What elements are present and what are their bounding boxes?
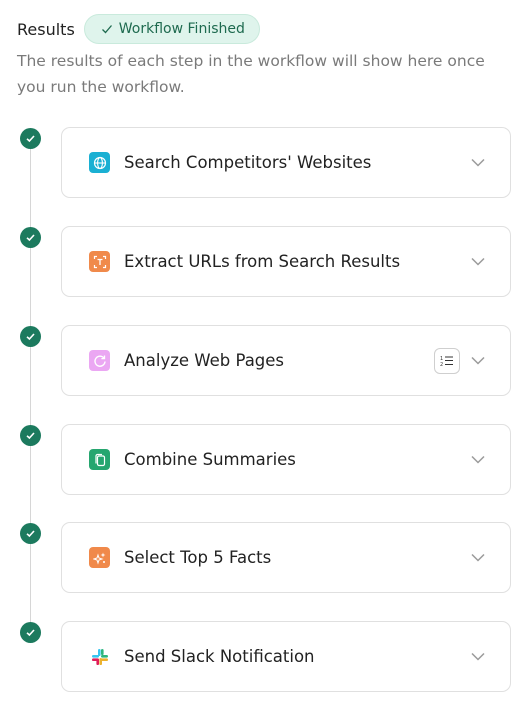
step-card-send-slack[interactable]: Send Slack Notification: [61, 621, 511, 692]
step-label: Combine Summaries: [124, 450, 296, 469]
step-card-analyze-web-pages[interactable]: Analyze Web Pages 12: [61, 325, 511, 396]
chevron-down-icon[interactable]: [470, 254, 486, 270]
step-label: Send Slack Notification: [124, 647, 315, 666]
copy-icon: [89, 449, 110, 470]
results-description: The results of each step in the workflow…: [17, 52, 485, 96]
step-label: Analyze Web Pages: [124, 351, 285, 370]
check-icon: [101, 25, 112, 34]
step-complete-icon: [20, 227, 41, 248]
ordered-list-icon: 12: [440, 356, 453, 367]
chevron-down-icon[interactable]: [470, 353, 486, 369]
text-extract-icon: [89, 251, 110, 272]
step-item: Send Slack Notification: [0, 621, 527, 693]
chevron-down-icon[interactable]: [470, 550, 486, 566]
badge-label: Workflow Finished: [118, 21, 245, 37]
step-label: Extract URLs from Search Results: [124, 252, 401, 271]
step-label: Search Competitors' Websites: [124, 153, 372, 172]
chevron-down-icon[interactable]: [470, 649, 486, 665]
chevron-down-icon[interactable]: [470, 452, 486, 468]
ordered-list-button[interactable]: 12: [434, 347, 460, 374]
globe-icon: [89, 152, 110, 173]
step-card-search-competitors[interactable]: Search Competitors' Websites: [61, 127, 511, 198]
step-label: Select Top 5 Facts: [124, 548, 272, 567]
chevron-down-icon[interactable]: [470, 155, 486, 171]
step-item: Analyze Web Pages 12: [0, 325, 527, 397]
step-item: Combine Summaries: [0, 424, 527, 496]
results-header: Results Workflow Finished: [17, 14, 260, 44]
sparkles-icon: [89, 547, 110, 568]
step-card-select-top-facts[interactable]: Select Top 5 Facts: [61, 522, 511, 593]
step-card-extract-urls[interactable]: Extract URLs from Search Results: [61, 226, 511, 297]
svg-text:2: 2: [440, 362, 443, 367]
step-complete-icon: [20, 128, 41, 149]
workflow-status-badge: Workflow Finished: [83, 14, 260, 44]
step-complete-icon: [20, 622, 41, 643]
refresh-icon: [89, 350, 110, 371]
step-item: Search Competitors' Websites: [0, 127, 527, 199]
results-title: Results: [17, 19, 75, 39]
step-item: Select Top 5 Facts: [0, 522, 527, 594]
slack-icon: [89, 646, 110, 667]
step-complete-icon: [20, 425, 41, 446]
step-complete-icon: [20, 326, 41, 347]
step-item: Extract URLs from Search Results: [0, 226, 527, 298]
step-card-combine-summaries[interactable]: Combine Summaries: [61, 424, 511, 495]
step-complete-icon: [20, 523, 41, 544]
